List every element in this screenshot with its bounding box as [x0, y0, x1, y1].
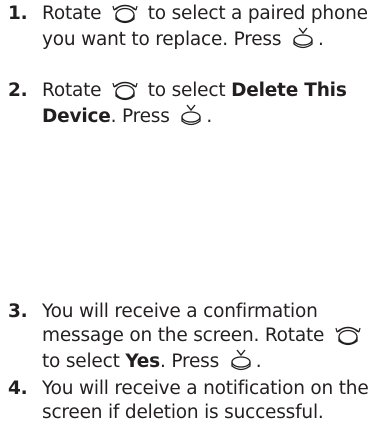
step-text: .: [206, 106, 213, 127]
step-text: .: [255, 351, 262, 372]
step-text: Rotate: [42, 3, 102, 24]
step-text: . Press: [159, 351, 220, 372]
step-number: 2.: [8, 80, 28, 101]
knob-rotate-icon: [111, 2, 139, 24]
step-text: to select: [147, 80, 226, 101]
step-text: . Press: [110, 106, 170, 127]
step-text: to select: [42, 351, 120, 372]
instruction-step-2: 2. Rotate to select Delete This Device. …: [8, 79, 380, 129]
step-number: 4.: [8, 378, 28, 399]
step-text: You will receive a confirmation message …: [42, 301, 325, 346]
step-text: You will receive a notification on the s…: [42, 378, 369, 423]
knob-rotate-icon: [334, 324, 362, 346]
step-number: 1.: [8, 3, 28, 24]
instruction-step-1: 1. Rotate to select a paired phone you w…: [8, 2, 380, 52]
step-text: Rotate: [42, 80, 102, 101]
instruction-step-3: 3. You will receive a confirmation messa…: [8, 300, 380, 374]
knob-press-icon: [179, 103, 203, 127]
step-number: 3.: [8, 301, 28, 322]
knob-rotate-icon: [111, 79, 139, 101]
menu-option-name: Yes: [125, 351, 160, 372]
knob-press-icon: [229, 348, 253, 372]
instruction-step-4: 4. You will receive a notification on th…: [8, 377, 380, 425]
step-text: .: [317, 29, 324, 50]
knob-press-icon: [291, 26, 315, 50]
